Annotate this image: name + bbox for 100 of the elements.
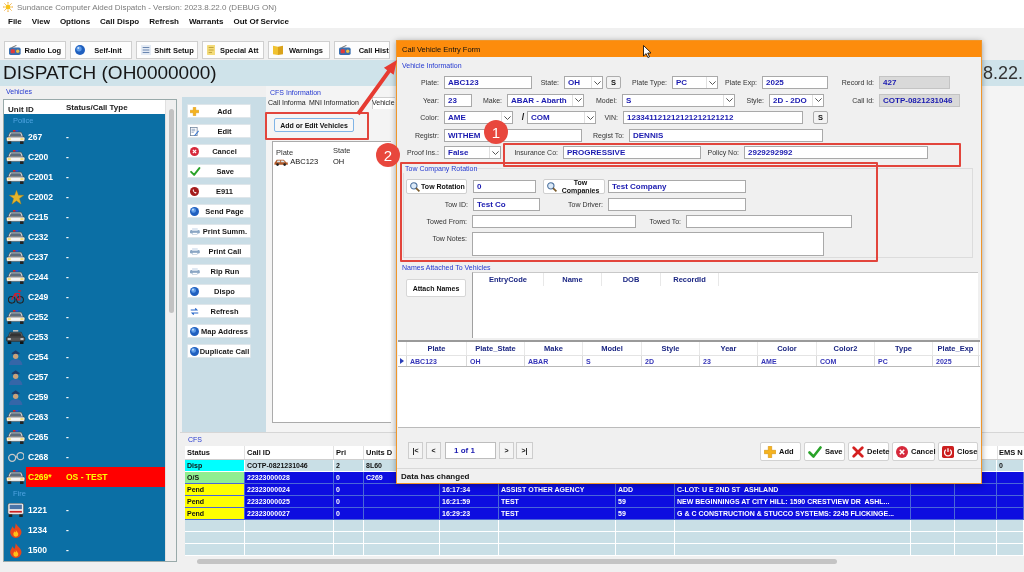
- globe-icon: [75, 45, 85, 55]
- unit-id: C269*: [27, 472, 53, 482]
- unit-id: 1500: [27, 545, 48, 555]
- row-indicator-icon: [400, 358, 404, 364]
- unit-status: -: [66, 232, 69, 242]
- unit-status: -: [66, 272, 69, 282]
- input-field[interactable]: DENNIS: [629, 128, 823, 142]
- unit-status: -: [66, 545, 69, 555]
- unit-status: -: [66, 412, 69, 422]
- record-position-field[interactable]: 1 of 1: [445, 442, 496, 459]
- input-field[interactable]: 23: [444, 93, 472, 107]
- x-circle-icon: [896, 445, 908, 458]
- star-badge-icon: [8, 189, 24, 205]
- unit-status: -: [66, 392, 69, 402]
- globe-icon: [190, 286, 199, 296]
- police-car-icon: [6, 150, 26, 164]
- dropdown[interactable]: AME: [444, 111, 513, 124]
- dropdown[interactable]: OH: [564, 76, 603, 89]
- power-icon: [942, 445, 954, 458]
- dropdown[interactable]: S: [622, 93, 735, 107]
- input-field[interactable]: 0: [473, 180, 536, 193]
- search-icon: [547, 181, 557, 192]
- globe-icon: [190, 206, 199, 216]
- unit-status: -: [66, 452, 69, 462]
- menu-item[interactable]: Call Dispo: [95, 16, 145, 26]
- printer-icon: [190, 267, 200, 275]
- dropdown[interactable]: 2D - 2DO: [769, 93, 824, 107]
- unit-id: 1234: [27, 525, 48, 535]
- column-header: Unit ID: [8, 105, 34, 114]
- window-title: Sundance Computer Aided Dispatch - Version: 2023.8.22.0 (DEBUG ON): [17, 2, 277, 12]
- notes-field[interactable]: [472, 232, 824, 256]
- fire-truck-icon: [7, 503, 25, 517]
- sun-icon: [3, 2, 13, 12]
- unit-id: C2002: [27, 192, 55, 202]
- input-field[interactable]: [472, 215, 636, 228]
- unit-id: C263: [27, 412, 50, 422]
- dropdown[interactable]: ABAR - Abarth: [507, 93, 584, 107]
- police-car-icon: [6, 430, 26, 444]
- phone-icon: [190, 186, 199, 196]
- scrollbar-thumb[interactable]: [168, 109, 174, 313]
- car-icon: [6, 330, 26, 344]
- unit-id: C252: [27, 312, 50, 322]
- input-field[interactable]: 2025: [762, 76, 828, 89]
- police-car-icon: [6, 210, 26, 224]
- list-icon: [141, 45, 151, 55]
- unit-id: C254: [27, 352, 50, 362]
- unit-id: C259: [27, 392, 50, 402]
- officer-icon: [9, 389, 23, 405]
- police-car-icon: [6, 130, 26, 144]
- police-car-icon: [6, 270, 26, 284]
- unit-status: -: [66, 252, 69, 262]
- chevron-down-icon: [814, 98, 822, 102]
- scrollbar[interactable]: [165, 100, 176, 561]
- police-car-icon: [6, 410, 26, 424]
- checkmark-icon: [190, 166, 201, 176]
- unit-status: -: [66, 132, 69, 142]
- chevron-down-icon: [725, 98, 733, 102]
- dropdown[interactable]: PC: [672, 76, 718, 89]
- unit-status: OS - TEST: [66, 472, 108, 482]
- unit-status: -: [66, 172, 69, 182]
- column-header: Status/Call Type: [66, 102, 128, 112]
- menu-item[interactable]: View: [26, 16, 55, 26]
- globe-icon: [190, 326, 199, 336]
- menu-item[interactable]: Refresh: [144, 16, 184, 26]
- refresh-icon: [190, 306, 199, 316]
- input-field[interactable]: PROGRESSIVE: [563, 146, 701, 159]
- scrollbar-thumb[interactable]: [197, 559, 837, 564]
- input-field[interactable]: Test Co: [473, 198, 540, 211]
- input-field[interactable]: Test Company: [608, 180, 746, 193]
- unit-id: C2001: [27, 172, 55, 182]
- unit-id: C232: [27, 232, 50, 242]
- unit-id: 267: [27, 132, 44, 142]
- input-field[interactable]: [686, 215, 852, 228]
- input-field[interactable]: [608, 198, 746, 211]
- flame-icon: [10, 522, 22, 538]
- x-icon: [852, 445, 864, 458]
- unit-id: C237: [27, 252, 50, 262]
- menu-item[interactable]: File: [3, 16, 27, 26]
- input-field[interactable]: 123341121212121212121212: [623, 111, 803, 124]
- checkmark-icon: [808, 445, 822, 458]
- readonly-field: COTP-0821231046: [879, 93, 960, 107]
- dropdown[interactable]: False: [444, 146, 501, 159]
- input-field[interactable]: 2929292992: [744, 146, 928, 159]
- chevron-down-icon: [503, 115, 511, 120]
- menu-item[interactable]: Options: [54, 16, 96, 26]
- bicycle-icon: [8, 290, 24, 304]
- row-header[interactable]: [398, 356, 407, 366]
- plus-icon: [764, 445, 776, 458]
- globe-icon: [190, 346, 199, 356]
- input-field[interactable]: ABC123: [444, 76, 532, 89]
- unit-status: -: [66, 292, 69, 302]
- chevron-down-icon: [593, 80, 601, 85]
- dropdown[interactable]: COM: [527, 111, 596, 124]
- menu-item[interactable]: Out Of Service: [228, 16, 294, 26]
- chevron-down-icon: [491, 150, 499, 155]
- unit-status: -: [66, 352, 69, 362]
- menu-item[interactable]: Warrants: [184, 16, 229, 26]
- printer-icon: [190, 247, 200, 255]
- police-car-icon: [6, 230, 26, 244]
- flame-icon: [10, 542, 22, 558]
